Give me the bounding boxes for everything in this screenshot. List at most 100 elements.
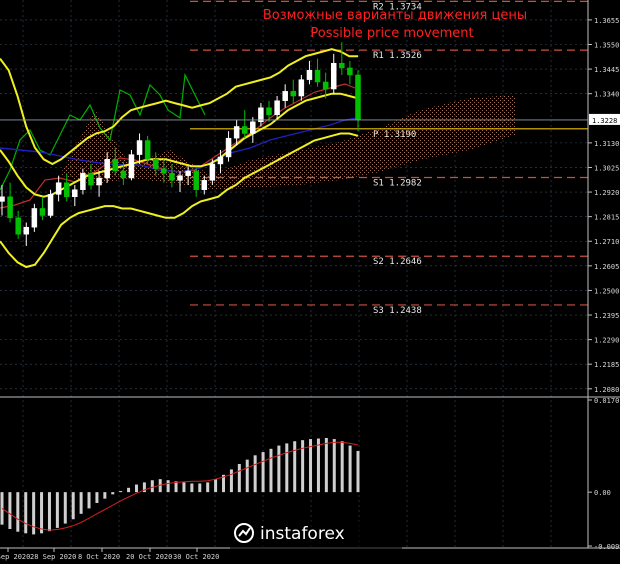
candle-body xyxy=(23,226,30,235)
candle-body xyxy=(80,173,86,190)
candle-body xyxy=(169,173,175,181)
price-axis-ticks: 1.3655 1.3550 1.3445 1.3340 1.3130 1.3025 1.29… xyxy=(588,17,619,394)
time-tick-label: 30 Oct 2020 xyxy=(173,553,219,561)
macd-bar xyxy=(348,445,352,493)
candle-body xyxy=(290,91,297,97)
price-tick-label: 1.2290 xyxy=(594,337,619,345)
macd-bar xyxy=(324,437,328,493)
macd-bar xyxy=(245,459,249,493)
macd-bar xyxy=(16,492,20,532)
candle-body xyxy=(120,170,127,179)
macd-bar xyxy=(32,492,36,535)
pivot-level-label: S2 1.2646 xyxy=(373,257,422,267)
price-tick-label: 1.2395 xyxy=(594,312,619,320)
macd-bar xyxy=(95,492,99,503)
price-tick-label: 1.3340 xyxy=(594,91,619,99)
price-tick-label: 1.2605 xyxy=(594,263,619,271)
candle-body xyxy=(250,121,256,134)
time-tick-label: 8 Oct 2020 xyxy=(78,553,120,561)
price-tick-label: 1.3445 xyxy=(594,66,619,74)
macd-bar xyxy=(214,479,218,493)
candle-body xyxy=(233,126,240,139)
macd-bar xyxy=(127,487,131,493)
macd-bar xyxy=(316,438,320,493)
macd-bar xyxy=(87,492,91,509)
macd-tick-label: -0.00994 xyxy=(594,543,620,551)
macd-bar xyxy=(285,443,289,493)
candle-body xyxy=(193,170,199,190)
price-tick-label: 1.3655 xyxy=(594,17,619,25)
candle-body xyxy=(322,81,329,90)
candle-body xyxy=(282,91,288,101)
chart-subtitle: Possible price movement xyxy=(310,26,473,41)
macd-bar xyxy=(277,445,281,493)
macd-bar xyxy=(206,482,210,493)
candle-body xyxy=(225,137,232,158)
price-tick-label: 1.2815 xyxy=(594,214,619,222)
candle-body xyxy=(31,208,38,228)
time-tick-label: 20 Oct 2020 xyxy=(126,553,172,561)
macd-bar xyxy=(253,455,257,493)
macd-tick-label: 0.00 xyxy=(594,489,611,497)
price-tick-label: 1.3025 xyxy=(594,164,619,172)
macd-bar xyxy=(150,480,154,493)
pivot-level-label: R1 1.3526 xyxy=(373,51,422,61)
candle-body xyxy=(209,163,216,181)
macd-bar xyxy=(79,492,83,514)
macd-bar xyxy=(134,484,138,493)
price-tick-label: 1.2500 xyxy=(594,287,619,295)
macd-bar xyxy=(166,480,170,493)
macd-bar xyxy=(55,492,59,528)
current-price-label: 1.3228 xyxy=(592,117,617,125)
macd-signal-line xyxy=(1,441,359,531)
price-tick-label: 1.2920 xyxy=(594,189,619,197)
macd-bar xyxy=(71,492,75,520)
candle-body xyxy=(161,168,167,174)
candle-body xyxy=(144,140,151,160)
candle-body xyxy=(185,170,191,176)
candle-body xyxy=(339,62,345,69)
current-price-tag: 1.3228 xyxy=(589,113,620,125)
macd-bar xyxy=(103,492,107,499)
candle-body xyxy=(347,67,353,76)
candle-body xyxy=(306,70,313,80)
macd-bar xyxy=(119,491,123,493)
pivot-level-label: S1 1.2982 xyxy=(373,179,422,189)
candle-body xyxy=(47,194,54,216)
price-tick-label: 1.2080 xyxy=(594,386,619,394)
candle-body xyxy=(217,156,224,165)
candle-body xyxy=(0,196,5,202)
candle-body xyxy=(55,182,62,195)
macd-axis-ticks: 0.01701 0.00 -0.00994 xyxy=(588,397,620,551)
candle-body xyxy=(96,177,102,186)
macd-bar xyxy=(293,441,297,493)
macd-bar xyxy=(24,492,28,534)
price-tick-label: 1.2185 xyxy=(594,361,619,369)
pivot-level-label: S3 1.2438 xyxy=(373,306,422,316)
logo-text: instaforex xyxy=(260,524,345,544)
macd-bar xyxy=(356,450,360,493)
candle-body xyxy=(201,180,208,190)
macd-bar xyxy=(229,469,233,493)
macd-bar xyxy=(47,492,51,532)
ichimoku-cloud xyxy=(60,95,515,190)
macd-bar xyxy=(182,482,186,493)
pivot-level-label: P 1.3190 xyxy=(373,130,416,140)
time-tick-label: 17 Sep 2020 xyxy=(0,553,30,561)
candle-body xyxy=(39,208,46,216)
chart-title: Возможные варианты движения цены xyxy=(263,8,527,23)
instaforex-logo: instaforex xyxy=(230,521,402,549)
candle-body xyxy=(63,182,70,197)
candle-body xyxy=(88,173,94,186)
candle-body xyxy=(104,159,110,179)
price-tick-label: 1.2710 xyxy=(594,238,619,246)
time-tick-label: 28 Sep 2020 xyxy=(30,553,76,561)
candle-body xyxy=(177,175,183,181)
candle-body xyxy=(152,159,159,169)
chart-canvas: R2 1.3734R1 1.3526P 1.3190S1 1.2982S2 1.… xyxy=(0,0,620,561)
macd-bar xyxy=(63,492,67,524)
macd-bar xyxy=(269,448,273,493)
macd-bar xyxy=(190,483,194,493)
candle-body xyxy=(298,79,305,97)
candle-body xyxy=(241,126,248,134)
